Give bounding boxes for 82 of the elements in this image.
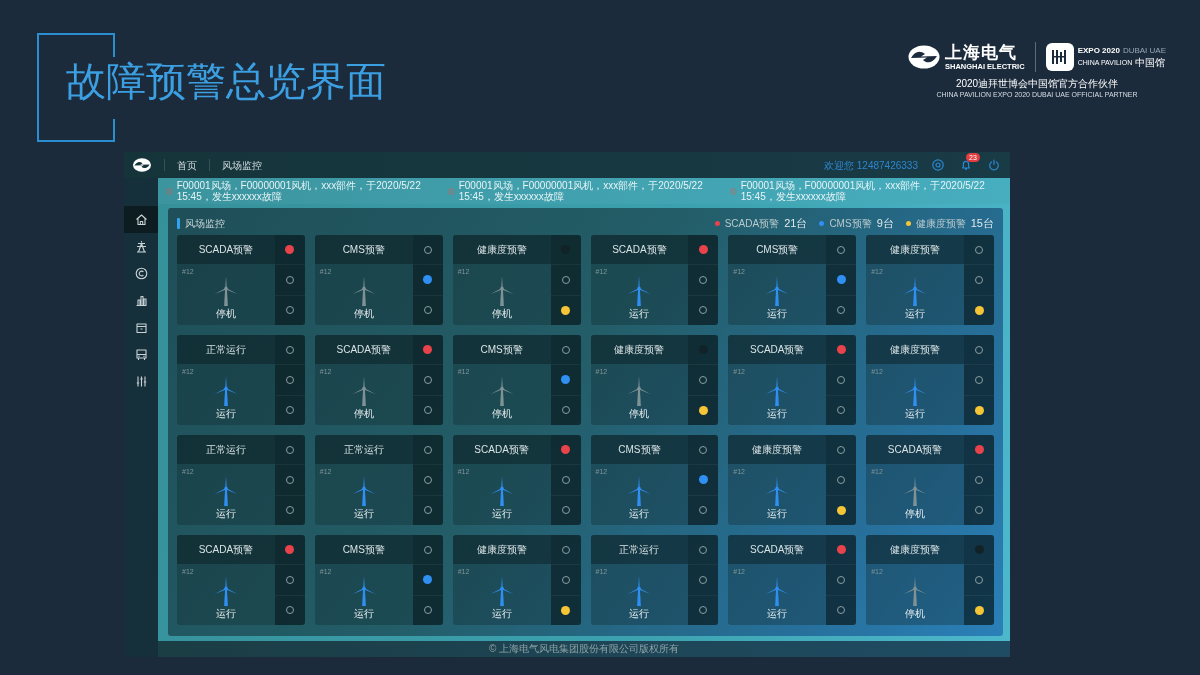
turbine-status: 停机 xyxy=(215,308,236,319)
expo-place: DUBAI UAE xyxy=(1122,46,1166,55)
expo-name: EXPO 2020 xyxy=(1077,46,1120,55)
turbine-status: 运行 xyxy=(491,608,512,619)
card-title: SCADA预警 xyxy=(728,335,827,364)
legend-label: SCADA预警 xyxy=(724,217,780,231)
legend-label: CMS预警 xyxy=(829,217,872,231)
turbine-status: 运行 xyxy=(215,408,236,419)
pavilion-name-chinese: 中国馆 xyxy=(1135,57,1166,68)
turbine-status: 运行 xyxy=(353,608,374,619)
card-title: 健康度预警 xyxy=(590,335,689,364)
welcome-text: 欢迎您 12487426333 xyxy=(824,158,918,173)
turbine-status: 运行 xyxy=(767,608,788,619)
card-title: CMS预警 xyxy=(590,435,689,464)
nav-link[interactable]: 风场监控 xyxy=(222,157,262,173)
power-icon[interactable] xyxy=(988,159,1000,171)
bar-chart-icon xyxy=(134,294,148,307)
turbine-status: 停机 xyxy=(353,408,374,419)
card-title: 健康度预警 xyxy=(866,335,964,364)
alert-icon xyxy=(166,186,173,196)
legend-count: 15台 xyxy=(970,216,994,232)
turbine-status: 运行 xyxy=(629,608,650,619)
turbine-status: 运行 xyxy=(905,308,926,319)
bell-icon[interactable] xyxy=(960,159,972,171)
legend-label: 健康度预警 xyxy=(915,217,966,231)
box-icon xyxy=(134,321,148,334)
card-title: 正常运行 xyxy=(590,535,689,564)
card-title: 正常运行 xyxy=(177,435,275,464)
turbine-status: 运行 xyxy=(629,508,650,519)
app-logo-icon[interactable] xyxy=(132,158,152,172)
card-title: SCADA预警 xyxy=(177,535,275,564)
brand-name: 上海电气 xyxy=(945,43,1019,61)
card-title: SCADA预警 xyxy=(314,335,413,364)
legend-count: 9台 xyxy=(876,216,894,232)
panel-title: 风场监控 xyxy=(185,217,225,231)
turbine-status: 运行 xyxy=(353,508,374,519)
partner-caption: 2020迪拜世博会中国馆官方合作伙伴 xyxy=(955,78,1119,89)
turbine-status: 运行 xyxy=(767,408,788,419)
card-title: 健康度预警 xyxy=(866,535,964,564)
turbine-status: 停机 xyxy=(491,308,512,319)
copyright-text: © 上海电气风电集团股份有限公司版权所有 xyxy=(488,644,680,654)
circle-c-icon xyxy=(134,267,148,280)
card-title: 健康度预警 xyxy=(866,235,964,264)
card-title: SCADA预警 xyxy=(452,435,551,464)
turbine-status: 运行 xyxy=(215,608,236,619)
turbine-status: 停机 xyxy=(353,308,374,319)
card-title: 健康度预警 xyxy=(728,435,827,464)
turbine-status: 运行 xyxy=(905,408,926,419)
legend-count: 21台 xyxy=(784,216,808,232)
card-title: CMS预警 xyxy=(452,335,551,364)
card-title: SCADA预警 xyxy=(590,235,689,264)
pylon-icon xyxy=(134,240,148,253)
card-title: CMS预警 xyxy=(314,235,413,264)
card-title: SCADA预警 xyxy=(177,235,275,264)
turbine-status: 停机 xyxy=(905,608,926,619)
turbine-status: 运行 xyxy=(767,308,788,319)
settings-icon[interactable] xyxy=(932,159,944,171)
turbine-status: 运行 xyxy=(629,308,650,319)
turbine-status: 停机 xyxy=(905,508,926,519)
turbine-status: 停机 xyxy=(629,408,650,419)
card-title: SCADA预警 xyxy=(728,535,827,564)
pavilion-logo-icon xyxy=(1045,43,1074,71)
card-title: 健康度预警 xyxy=(452,235,551,264)
card-title: CMS预警 xyxy=(314,535,413,564)
bus-icon xyxy=(134,348,148,361)
nav-link[interactable]: 首页 xyxy=(177,157,197,173)
turbine-status: 运行 xyxy=(215,508,236,519)
alert-icon xyxy=(448,186,455,196)
turbine-status: 运行 xyxy=(491,508,512,519)
sliders-icon xyxy=(134,375,148,388)
slide-title: 故障预警总览界面 xyxy=(66,59,386,103)
card-title: SCADA预警 xyxy=(866,435,964,464)
turbine-status: 运行 xyxy=(767,508,788,519)
turbine-status: 停机 xyxy=(491,408,512,419)
brand-logo-icon xyxy=(908,45,941,69)
card-title: 健康度预警 xyxy=(452,535,551,564)
sidebar-tab[interactable] xyxy=(124,206,158,233)
home-icon xyxy=(134,213,148,226)
card-title: 正常运行 xyxy=(314,435,413,464)
alert-icon xyxy=(730,186,737,196)
card-title: CMS预警 xyxy=(728,235,827,264)
card-title: 正常运行 xyxy=(177,335,275,364)
